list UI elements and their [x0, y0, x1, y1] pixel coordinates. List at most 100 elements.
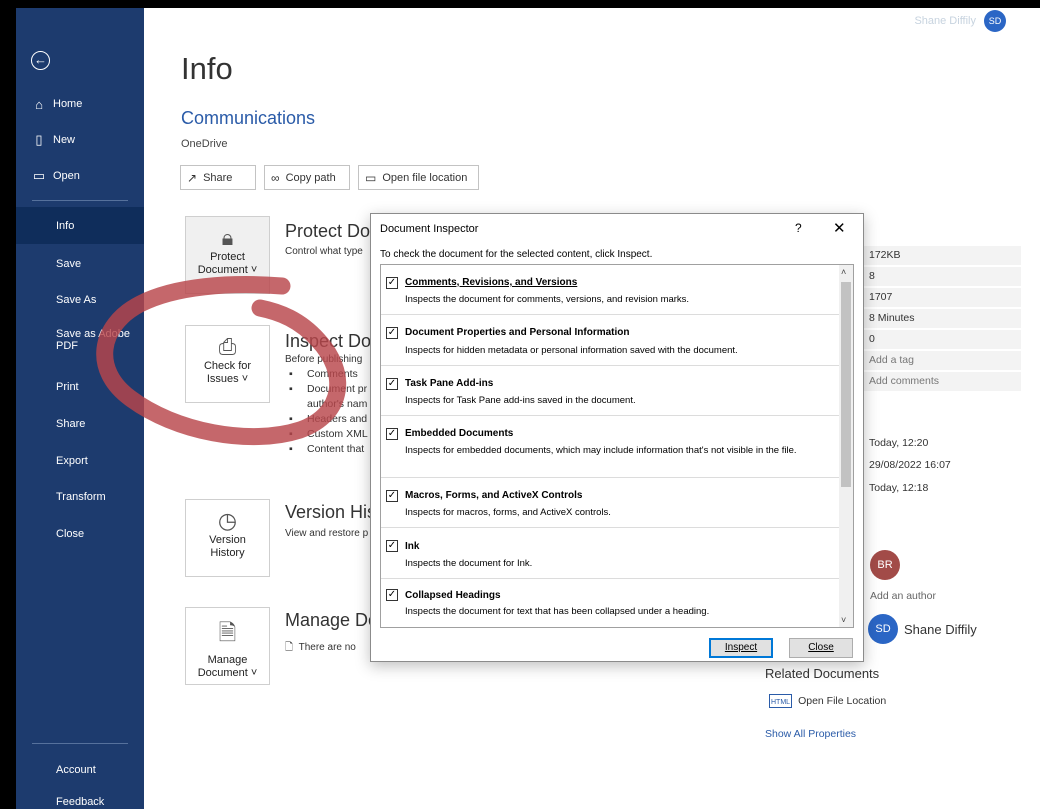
inspect-description: Before publishing	[285, 354, 363, 365]
list-item: ▪ Custom XML	[289, 428, 368, 440]
account-area[interactable]: Shane Diffily SD	[914, 10, 1006, 32]
sidebar-item-home[interactable]: ⌂ Home	[16, 94, 144, 114]
list-item: ▪ Content that	[289, 443, 365, 455]
sidebar-item-print[interactable]: Print	[16, 377, 144, 397]
link-icon: ∞	[271, 170, 280, 185]
open-file-location-button[interactable]: ▭ Open file location	[358, 165, 479, 190]
checkbox[interactable]: ✓	[386, 327, 398, 339]
author-name: Shane Diffily	[904, 622, 977, 637]
manage-description: 🗋︎ There are no	[285, 642, 356, 653]
sidebar-item-feedback[interactable]: Feedback	[16, 795, 144, 809]
backstage-sidebar: ← ⌂ Home ▯ New ▭ Open Info Save Save As …	[16, 8, 144, 809]
inspect-bullet-list: ▪ Comments ▪ Document pr author's nam ▪ Hea…	[289, 368, 368, 458]
property-size: 172KB	[863, 246, 1021, 265]
dialog-title: Document Inspector	[380, 223, 479, 235]
sidebar-divider	[32, 743, 128, 744]
home-icon: ⌂	[35, 96, 43, 112]
sidebar-item-new[interactable]: ▯ New	[16, 130, 144, 150]
property-created: 29/08/2022 16:07	[869, 459, 951, 471]
protect-heading: Protect Doc	[285, 221, 380, 241]
document-title: Communications	[181, 108, 316, 128]
help-icon[interactable]: ?	[795, 221, 802, 235]
avatar: SD	[984, 10, 1006, 32]
checkbox[interactable]: ✓	[386, 490, 398, 502]
property-modified: Today, 12:20	[869, 437, 929, 449]
sidebar-item-save[interactable]: Save	[16, 254, 144, 274]
inspect-item-macros: ✓ Macros, Forms, and ActiveX Controls In…	[381, 478, 839, 528]
share-button[interactable]: ↗ Share	[180, 165, 256, 190]
manage-doc-icon: 🗎︎	[218, 620, 237, 645]
property-title[interactable]: 0	[863, 330, 1021, 349]
related-documents-heading: Related Documents	[765, 666, 880, 681]
lock-icon: 🔒︎	[221, 225, 234, 250]
sidebar-item-account[interactable]: Account	[16, 760, 144, 780]
check-for-issues-button[interactable]: ⎙ Check for Issues ˅	[185, 325, 270, 403]
share-icon: ↗	[187, 170, 198, 185]
scroll-thumb[interactable]	[841, 282, 851, 487]
document-location: OneDrive	[181, 138, 228, 150]
property-printed: Today, 12:18	[869, 482, 929, 494]
checkbox[interactable]: ✓	[386, 428, 398, 440]
scrollbar[interactable]: ˄ ˅	[839, 265, 853, 627]
history-clock-icon: ◷	[217, 508, 238, 533]
inspect-doc-icon: ⎙	[218, 334, 237, 359]
property-tags[interactable]: Add a tag	[863, 351, 1021, 370]
dialog-instructions: To check the document for the selected c…	[380, 249, 653, 260]
folder-icon: ▭	[32, 168, 46, 183]
inspect-item-task-pane: ✓ Task Pane Add-ins Inspects for Task Pa…	[381, 366, 839, 416]
list-item: author's nam	[307, 398, 368, 410]
list-item: ▪ Document pr	[289, 383, 368, 395]
back-arrow-icon[interactable]: ←	[31, 51, 50, 70]
inspect-heading: Inspect Doc	[285, 331, 381, 351]
inspect-item-properties: ✓ Document Properties and Personal Infor…	[381, 315, 839, 366]
checkbox[interactable]: ✓	[386, 378, 398, 390]
property-comments[interactable]: Add comments	[863, 372, 1021, 391]
copy-path-button[interactable]: ∞ Copy path	[264, 165, 350, 190]
title-bar	[0, 0, 1040, 8]
version-history-button[interactable]: ◷ Version History	[185, 499, 270, 577]
open-file-location-link[interactable]: HTML Open File Location	[769, 694, 886, 708]
inspect-item-embedded: ✓ Embedded Documents Inspects for embedd…	[381, 416, 839, 478]
list-item: ▪ Headers and	[289, 413, 368, 425]
inspect-button[interactable]: Inspect	[709, 638, 773, 658]
manage-document-button[interactable]: 🗎︎ Manage Document ˅	[185, 607, 270, 685]
sidebar-item-info[interactable]: Info	[16, 207, 144, 244]
sidebar-divider	[32, 200, 128, 201]
show-all-properties-link[interactable]: Show All Properties	[765, 728, 856, 740]
sidebar-item-share[interactable]: Share	[16, 414, 144, 434]
checkbox[interactable]: ✓	[386, 589, 398, 601]
user-name: Shane Diffily	[914, 15, 976, 27]
version-description: View and restore p	[285, 528, 369, 539]
document-inspector-dialog: Document Inspector ? ✕ To check the docu…	[370, 213, 864, 662]
version-heading: Version Hist	[285, 502, 382, 522]
html-file-icon: HTML	[769, 694, 793, 708]
inspect-item-ink: ✓ Ink Inspects the document for Ink.	[381, 528, 839, 579]
avatar: BR	[870, 550, 900, 580]
sidebar-item-export[interactable]: Export	[16, 451, 144, 471]
manage-heading: Manage Do	[285, 610, 379, 630]
chevron-up-icon[interactable]: ˄	[841, 267, 846, 277]
close-button[interactable]: Close	[789, 638, 853, 658]
sidebar-item-save-as[interactable]: Save As	[16, 290, 144, 310]
checkbox[interactable]: ✓	[386, 277, 398, 289]
sidebar-item-open[interactable]: ▭ Open	[16, 166, 144, 186]
list-item: ▪ Comments	[289, 368, 358, 380]
sidebar-item-close[interactable]: Close	[16, 524, 144, 544]
chevron-down-icon[interactable]: ˅	[841, 615, 846, 625]
folder-icon: ▭	[365, 170, 377, 185]
sidebar-item-save-as-pdf[interactable]: Save as Adobe PDF	[16, 328, 144, 356]
new-doc-icon: ▯	[35, 132, 43, 147]
avatar: SD	[868, 614, 898, 644]
inspection-list: ✓ Comments, Revisions, and Versions Insp…	[380, 264, 854, 628]
property-words: 1707	[863, 288, 1021, 307]
close-icon[interactable]: ✕	[833, 219, 846, 237]
protect-document-button[interactable]: 🔒︎ Protect Document ˅	[185, 216, 270, 294]
protect-description: Control what type	[285, 246, 363, 257]
sidebar-item-transform[interactable]: Transform	[16, 487, 144, 507]
add-author-link[interactable]: Add an author	[870, 590, 936, 602]
document-icon: 🗋︎	[285, 642, 294, 653]
property-editing-time: 8 Minutes	[863, 309, 1021, 328]
checkbox[interactable]: ✓	[386, 540, 398, 552]
inspect-item-collapsed-headings: ✓ Collapsed Headings Inspects the docume…	[386, 589, 710, 617]
inspect-item-comments: ✓ Comments, Revisions, and Versions Insp…	[381, 265, 839, 315]
